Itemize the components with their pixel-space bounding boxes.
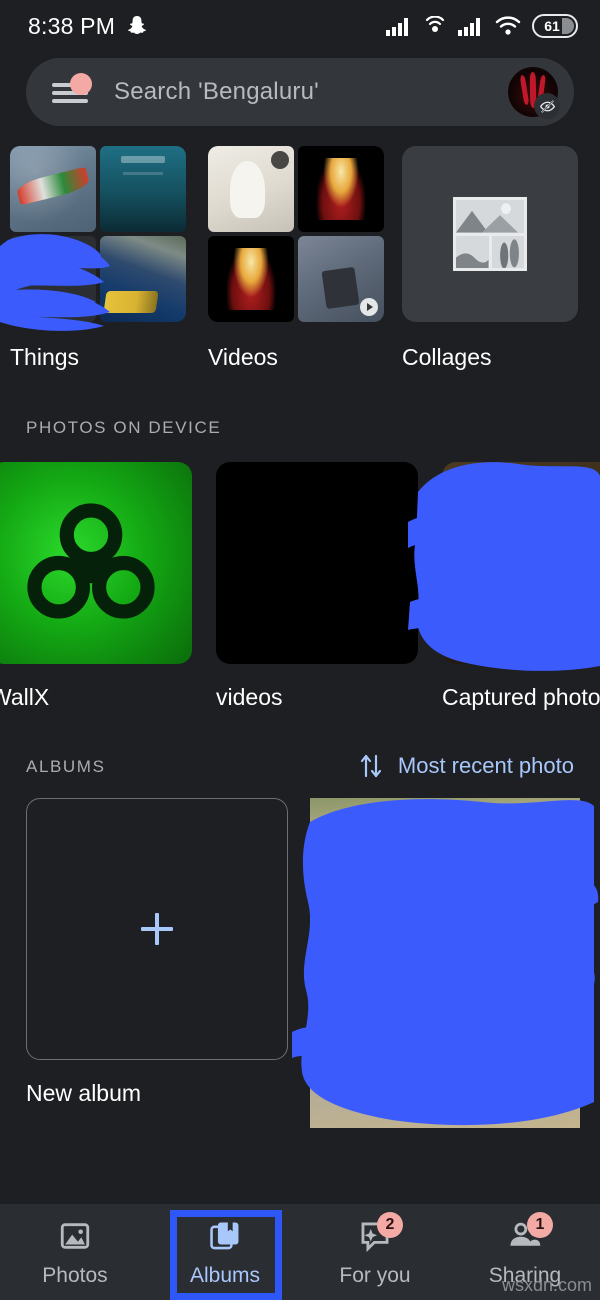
category-row: Things Videos Collages bbox=[0, 146, 600, 371]
albums-sort-button[interactable]: Most recent photo bbox=[358, 752, 574, 780]
nav-badge: 2 bbox=[377, 1212, 403, 1238]
new-album-button[interactable]: New album bbox=[26, 798, 288, 1107]
image-placeholder-icon bbox=[453, 197, 527, 271]
album-tile-redacted[interactable] bbox=[310, 798, 580, 1128]
thumbnail-image bbox=[298, 146, 384, 232]
album-thumbnail bbox=[310, 798, 580, 1128]
overlay-badge-icon bbox=[271, 151, 289, 169]
eye-off-icon bbox=[534, 93, 560, 119]
nav-tab-for-you[interactable]: 2 For you bbox=[300, 1204, 450, 1288]
category-label: Things bbox=[10, 344, 80, 370]
nav-label: For you bbox=[339, 1264, 411, 1287]
thumbnail-image bbox=[208, 236, 294, 322]
hotspot-icon bbox=[425, 16, 445, 32]
menu-notification-dot bbox=[70, 73, 92, 95]
status-bar-clock: 8:38 PM bbox=[28, 12, 116, 39]
category-thumbnail-placeholder bbox=[402, 146, 578, 322]
plus-icon bbox=[141, 913, 173, 945]
folder-label: Captured photo bbox=[442, 684, 600, 710]
hamburger-menu-icon[interactable] bbox=[52, 73, 92, 105]
for-you-icon: 2 bbox=[353, 1212, 403, 1256]
bottom-navigation-bar: Photos Albums 2 For you 1 Sharing wsxdn.… bbox=[0, 1204, 600, 1300]
photos-on-device-header: PHOTOS ON DEVICE bbox=[26, 418, 222, 437]
nav-tab-photos[interactable]: Photos bbox=[0, 1204, 150, 1288]
battery-icon: 61 bbox=[532, 14, 578, 38]
thumbnail-image bbox=[298, 236, 384, 322]
status-bar-left: 8:38 PM bbox=[28, 13, 147, 40]
thumbnail-image bbox=[100, 236, 186, 322]
folder-label: WallX bbox=[0, 684, 50, 710]
snapchat-icon bbox=[128, 16, 147, 34]
albums-sort-label: Most recent photo bbox=[397, 753, 574, 778]
wifi-icon bbox=[495, 16, 521, 35]
account-avatar-button[interactable] bbox=[508, 67, 560, 119]
photos-icon bbox=[53, 1216, 97, 1256]
thumbnail-image bbox=[10, 146, 96, 232]
category-thumbnail-grid bbox=[10, 146, 186, 322]
category-thumbnail-grid bbox=[208, 146, 384, 322]
folder-thumbnail bbox=[442, 462, 600, 664]
sort-arrows-icon bbox=[360, 754, 381, 778]
albums-tab-highlight-box bbox=[170, 1210, 282, 1300]
thumbnail-image bbox=[208, 146, 294, 232]
signal-icon bbox=[458, 18, 480, 36]
new-album-tile[interactable] bbox=[26, 798, 288, 1060]
device-folder-videos[interactable]: videos bbox=[216, 462, 418, 711]
category-videos[interactable]: Videos bbox=[208, 146, 384, 371]
category-things[interactable]: Things bbox=[10, 146, 186, 371]
category-label: Videos bbox=[208, 344, 278, 370]
sharing-icon: 1 bbox=[503, 1212, 553, 1256]
status-bar-right: 61 bbox=[386, 14, 578, 38]
folder-label: videos bbox=[216, 684, 283, 710]
thumbnail-image bbox=[10, 236, 96, 322]
search-bar[interactable]: Search 'Bengaluru' bbox=[26, 58, 574, 126]
albums-header: ALBUMS bbox=[26, 757, 106, 776]
category-collages[interactable]: Collages bbox=[402, 146, 578, 371]
device-folder-captured-photo[interactable]: Captured photo bbox=[442, 462, 600, 711]
signal-icon bbox=[386, 18, 408, 36]
thumbnail-image bbox=[100, 146, 186, 232]
new-album-label: New album bbox=[26, 1080, 142, 1106]
nav-badge: 1 bbox=[527, 1212, 553, 1238]
category-label: Collages bbox=[402, 344, 492, 370]
status-bar: 8:38 PM 61 bbox=[0, 0, 600, 52]
battery-level: 61 bbox=[544, 18, 560, 34]
play-icon bbox=[360, 298, 378, 316]
watermark: wsxdn.com bbox=[501, 1275, 592, 1295]
photos-app-screen: 8:38 PM 61 Search 'Bengaluru' Things Vid… bbox=[0, 0, 600, 1300]
folder-thumbnail bbox=[216, 462, 418, 664]
folder-thumbnail bbox=[0, 462, 192, 664]
nav-label: Photos bbox=[42, 1264, 108, 1287]
device-folder-wallx[interactable]: WallX bbox=[0, 462, 192, 711]
search-input[interactable]: Search 'Bengaluru' bbox=[114, 78, 508, 106]
